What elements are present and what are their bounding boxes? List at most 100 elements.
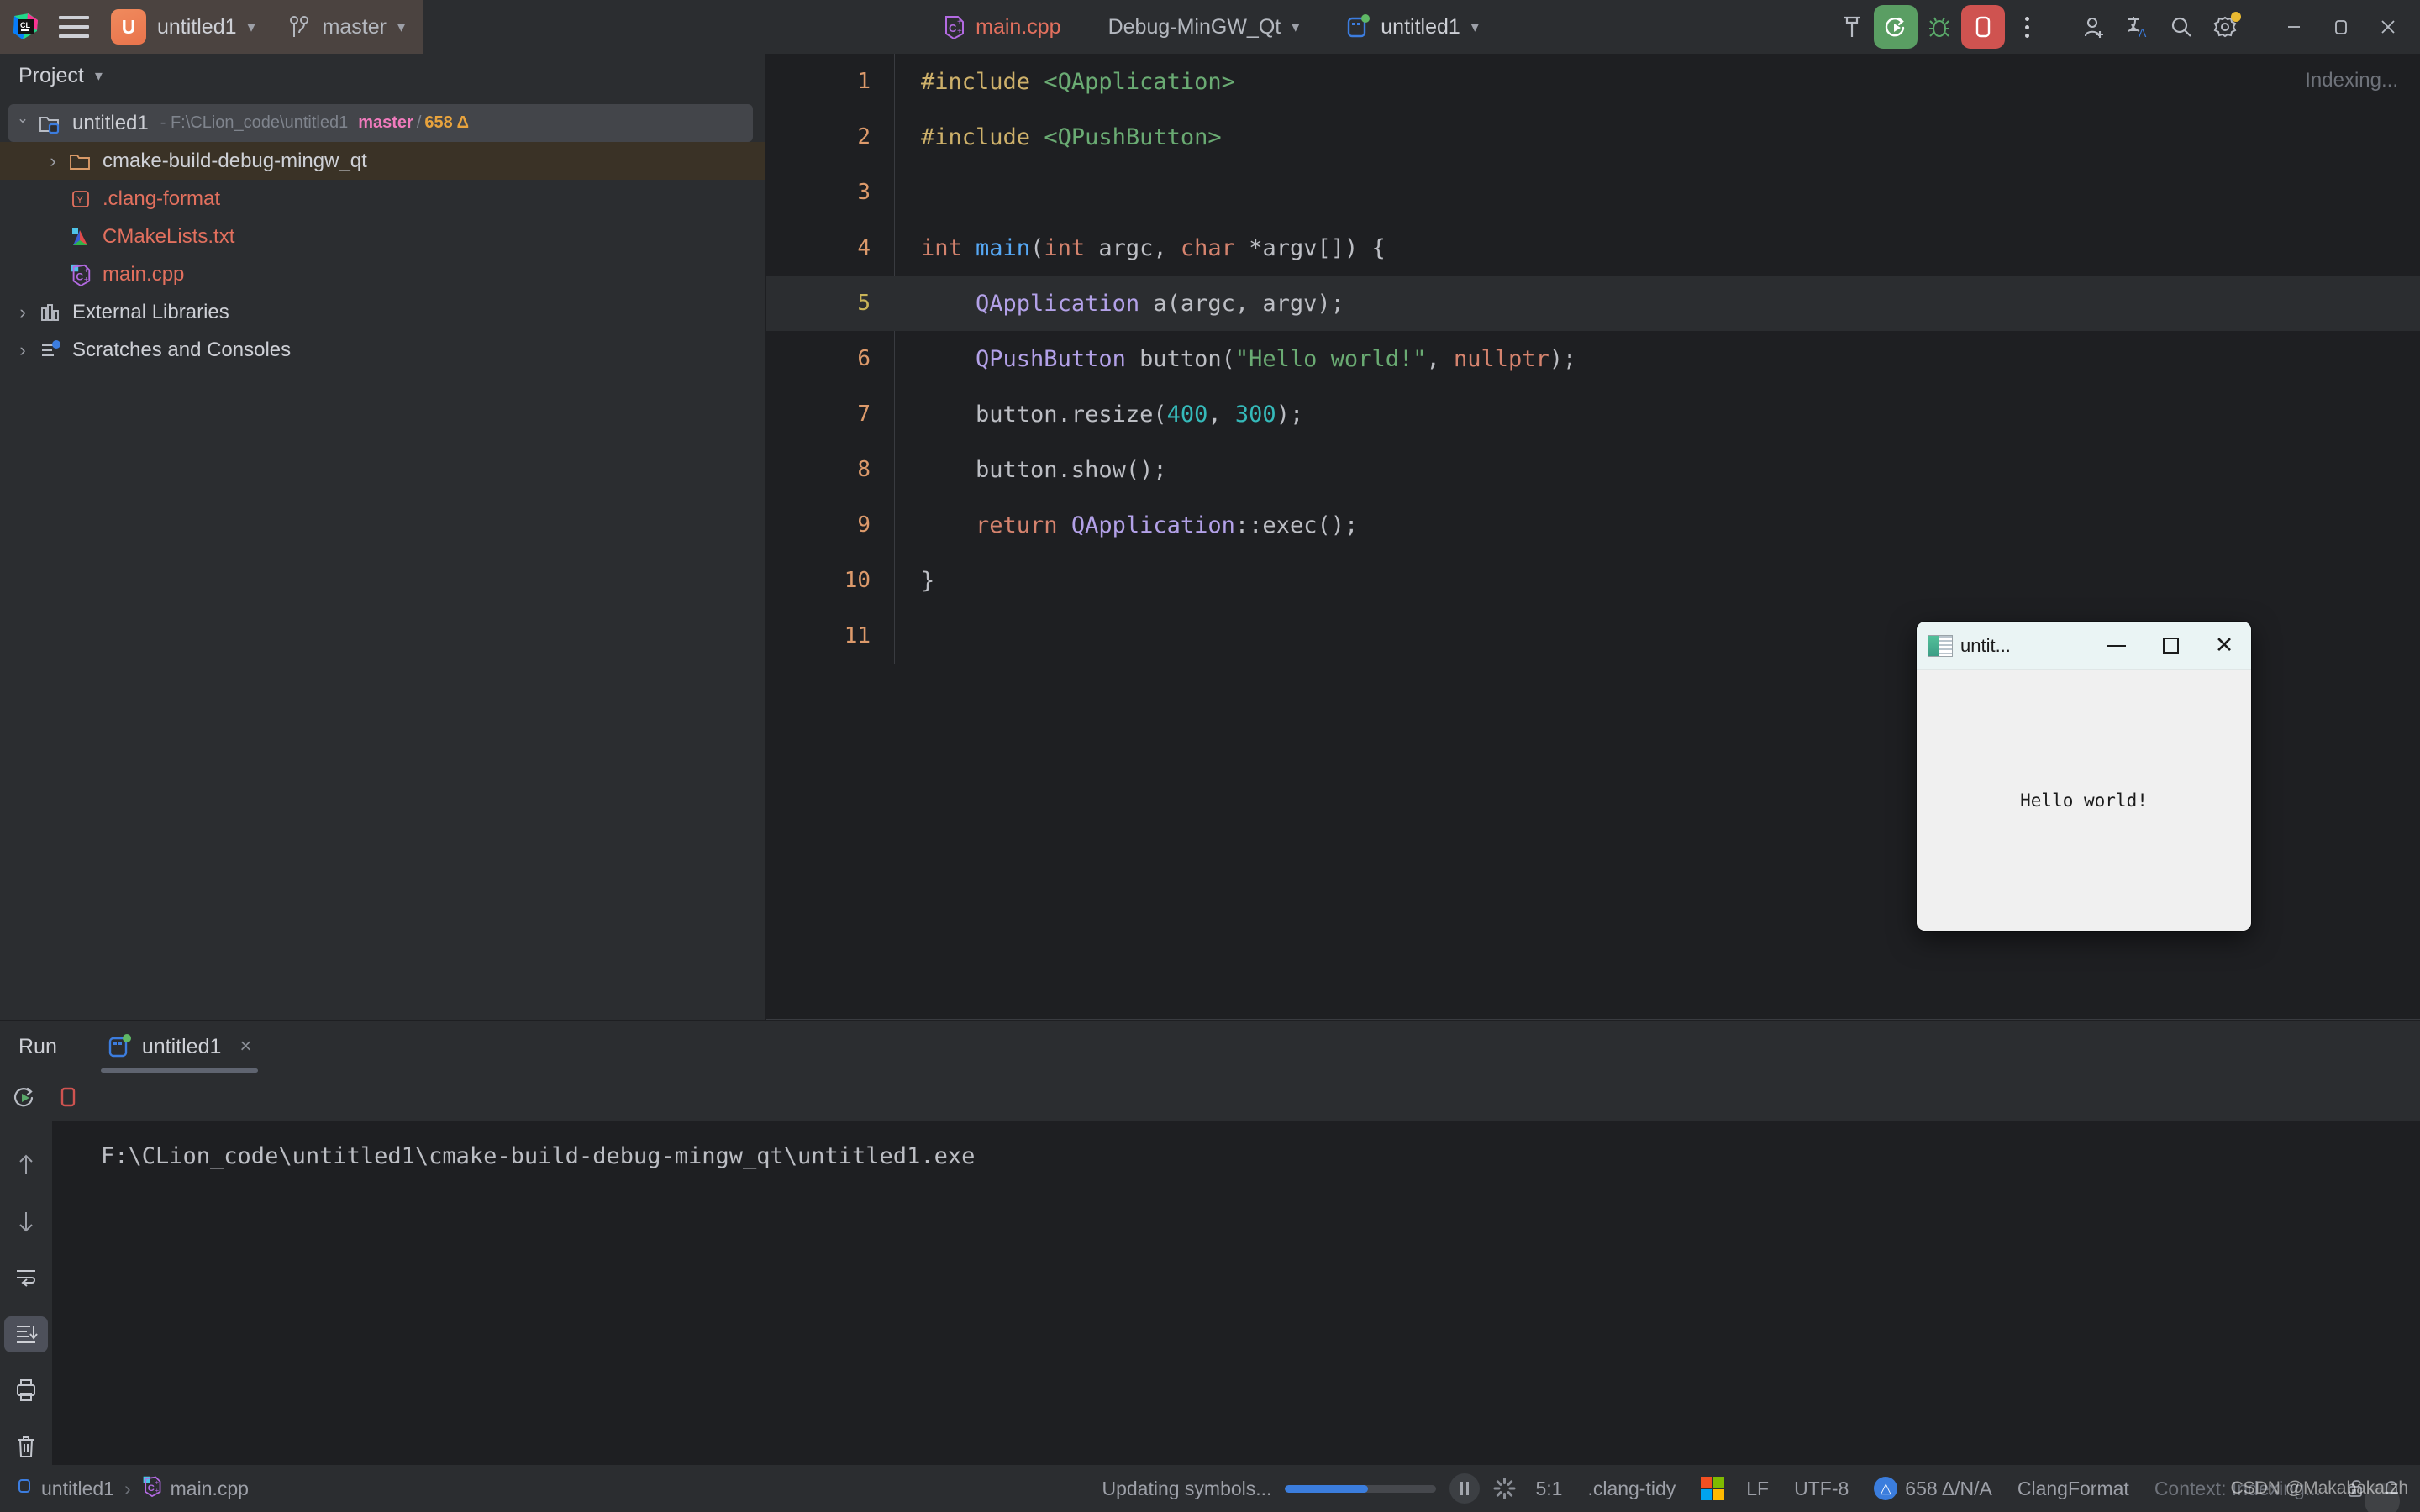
chevron-right-icon[interactable] <box>39 150 67 172</box>
code-token: ::exec(); <box>1235 512 1358 538</box>
tree-item-clang-format[interactable]: Y .clang-format <box>0 180 765 218</box>
run-config-selector[interactable]: untitled1 ▾ <box>1346 13 1479 40</box>
chevron-right-icon[interactable] <box>8 339 37 361</box>
translate-button[interactable]: A <box>2116 5 2160 49</box>
rerun-button[interactable] <box>7 1079 42 1115</box>
tree-item-external-libraries[interactable]: External Libraries <box>0 293 765 331</box>
stop-button[interactable] <box>1961 5 2005 49</box>
add-account-button[interactable] <box>2072 5 2116 49</box>
tree-item-main-cpp[interactable]: C + + main.cpp <box>0 255 765 293</box>
main-menu-button[interactable] <box>59 14 89 39</box>
soft-wrap-button[interactable] <box>4 1259 48 1295</box>
code-line[interactable]: 3 <box>766 165 2420 220</box>
tree-item-cmake-build-debug-mingw-qt[interactable]: cmake-build-debug-mingw_qt <box>0 142 765 180</box>
qt-close-button[interactable]: ✕ <box>2197 622 2251 670</box>
code-editor[interactable]: Indexing... 1#include <QApplication>2#in… <box>766 54 2420 1019</box>
code-line[interactable]: 5 QApplication a(argc, argv); <box>766 276 2420 331</box>
notifications-bell-icon[interactable] <box>2380 1478 2405 1499</box>
code-line[interactable]: 9 return QApplication::exec(); <box>766 497 2420 553</box>
code-token: button.show(); <box>921 457 1167 483</box>
title-bar-left-group: CL U untitled1 ▾ <box>0 0 424 54</box>
current-file-chip[interactable]: C + + main.cpp <box>941 13 1060 40</box>
editor-bottom-divider <box>766 1019 2420 1020</box>
qt-window-titlebar[interactable]: untit... ✕ <box>1917 622 2251 670</box>
run-panel-toolbar <box>0 1073 2420 1121</box>
tree-item-scratches-and-consoles[interactable]: Scratches and Consoles <box>0 331 765 369</box>
code-token: int <box>921 235 976 261</box>
code-token: QApplication <box>976 291 1139 317</box>
project-selector[interactable]: U untitled1 ▾ <box>111 9 255 45</box>
qt-minimize-button[interactable] <box>2090 622 2144 670</box>
tree-item-label: main.cpp <box>103 263 184 286</box>
code-line[interactable]: 1#include <QApplication> <box>766 54 2420 109</box>
project-panel-title: Project <box>18 64 84 88</box>
code-line[interactable]: 10} <box>766 553 2420 608</box>
window-maximize-button[interactable] <box>2317 0 2365 54</box>
cmake-file-icon <box>67 223 94 250</box>
progress-fill <box>1285 1485 1368 1493</box>
build-button[interactable] <box>1830 5 1874 49</box>
inspection-profile[interactable]: .clang-tidy <box>1587 1478 1676 1500</box>
tree-item-label: Scratches and Consoles <box>72 339 291 362</box>
code-line[interactable]: 7 button.resize(400, 300); <box>766 386 2420 442</box>
code-line[interactable]: 6 QPushButton button("Hello world!", nul… <box>766 331 2420 386</box>
line-separator[interactable]: LF <box>1746 1478 1769 1500</box>
code-token: <QApplication> <box>1044 69 1235 95</box>
search-button[interactable] <box>2160 5 2203 49</box>
platform-indicator[interactable] <box>1701 1477 1724 1500</box>
svg-text:C: C <box>949 22 957 34</box>
code-token <box>921 346 976 372</box>
branch-selector[interactable]: master ▾ <box>287 14 405 39</box>
breadcrumb[interactable]: untitled1 › C + + main.cpp <box>15 1474 249 1503</box>
caret-position[interactable]: 5:1 <box>1535 1478 1562 1500</box>
code-token: } <box>921 568 934 594</box>
close-icon[interactable]: × <box>239 1035 251 1058</box>
code-line[interactable]: 8 button.show(); <box>766 442 2420 497</box>
debug-button[interactable] <box>1918 5 1961 49</box>
run-panel-title: Run <box>18 1035 57 1059</box>
chevron-right-icon[interactable] <box>8 302 37 323</box>
tree-item-cmakelists-txt[interactable]: CMakeLists.txt <box>0 218 765 255</box>
vcs-changes-indicator[interactable]: △ 658 Δ/N/A <box>1874 1477 1992 1500</box>
tree-item-untitled1[interactable]: untitled1 - F:\CLion_code\untitled1 mast… <box>8 104 753 142</box>
chevron-down-icon[interactable] <box>8 115 37 132</box>
qt-push-button[interactable]: Hello world! <box>2020 790 2148 811</box>
code-token: button( <box>1126 346 1235 372</box>
window-close-button[interactable] <box>2365 0 2412 54</box>
print-button[interactable] <box>4 1373 48 1409</box>
scroll-to-end-button[interactable] <box>4 1316 48 1352</box>
qt-window-body: Hello world! <box>1917 670 2251 931</box>
settings-button[interactable] <box>2203 5 2247 49</box>
stop-process-button[interactable] <box>50 1079 86 1115</box>
code-formatter[interactable]: ClangFormat <box>2018 1478 2129 1500</box>
code-token: , <box>1207 402 1235 428</box>
run-tab-untitled1[interactable]: untitled1 × <box>101 1021 259 1073</box>
qt-application-window[interactable]: untit... ✕ Hello world! <box>1917 622 2251 931</box>
scratches-icon <box>37 337 64 364</box>
build-config-selector[interactable]: Debug-MinGW_Qt ▾ <box>1108 15 1300 39</box>
code-line[interactable]: 2#include <QPushButton> <box>766 109 2420 165</box>
project-folder-icon <box>37 110 64 137</box>
title-bar: CL U untitled1 ▾ <box>0 0 2420 54</box>
clear-all-button[interactable] <box>4 1429 48 1465</box>
file-encoding[interactable]: UTF-8 <box>1794 1478 1849 1500</box>
window-minimize-button[interactable] <box>2270 0 2317 54</box>
code-token: ); <box>1276 402 1304 428</box>
qt-maximize-button[interactable] <box>2144 622 2197 670</box>
readonly-lock-icon[interactable] <box>2346 1478 2371 1499</box>
pause-indexing-button[interactable] <box>1449 1473 1480 1504</box>
code-line[interactable]: 4int main(int argc, char *argv[]) { <box>766 220 2420 276</box>
vcs-changes-label: 658 Δ/N/A <box>1905 1478 1992 1500</box>
run-tab-active-indicator <box>101 1068 259 1073</box>
scroll-down-button[interactable] <box>4 1203 48 1239</box>
burger-line <box>59 34 89 38</box>
run-button[interactable] <box>1874 5 1918 49</box>
run-console-output[interactable]: F:\CLion_code\untitled1\cmake-build-debu… <box>52 1121 2420 1465</box>
scroll-up-button[interactable] <box>4 1147 48 1183</box>
progress-label: Updating symbols... <box>1102 1478 1271 1500</box>
project-panel-header[interactable]: Project ▾ <box>0 54 765 97</box>
code-token: nullptr <box>1454 346 1549 372</box>
qt-app-icon <box>1928 635 1953 657</box>
more-options-button[interactable] <box>2005 5 2049 49</box>
code-token: QApplication <box>1071 512 1235 538</box>
